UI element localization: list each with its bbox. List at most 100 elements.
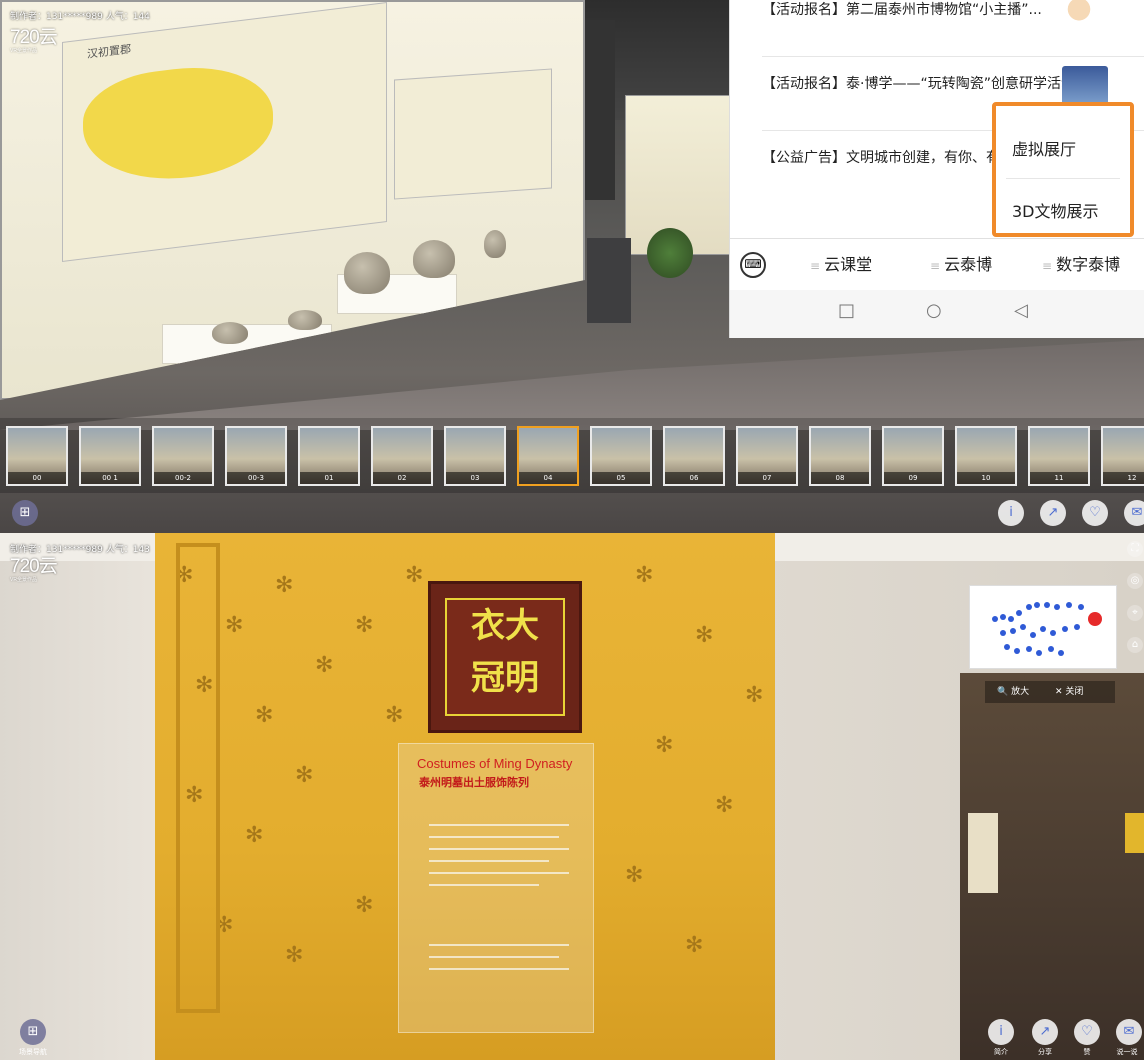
display-screen [1125, 813, 1144, 853]
divider [762, 56, 1144, 57]
menu-item-virtual-hall[interactable]: 虚拟展厅 [996, 120, 1130, 180]
map-hotspot-dot[interactable] [1034, 602, 1040, 608]
square-icon[interactable]: □ [838, 300, 855, 321]
map-hotspot-dot[interactable] [1062, 626, 1068, 632]
share-icon[interactable]: ↗ [1032, 1019, 1058, 1045]
map-hotspot-dot[interactable] [1026, 646, 1032, 652]
flower-motif: ✻ [405, 563, 424, 588]
zoom-button[interactable]: 🔍 放大 [997, 681, 1029, 703]
like-icon[interactable]: ♡ [1082, 500, 1108, 526]
news-item[interactable]: 【活动报名】泰·博学——“玩转陶瓷”创意研学活动 [762, 74, 1106, 95]
title-sign: 衣大 冠明 [428, 581, 582, 733]
logo-720: 720云 VR全景作品 [10, 27, 58, 54]
scene-thumbnail[interactable]: 00-3 [225, 426, 287, 486]
tab-cloud-taibo[interactable]: ≡ 云泰博 [930, 239, 992, 291]
flower-motif: ✻ [685, 933, 704, 958]
map-hotspot-dot[interactable] [1004, 644, 1010, 650]
scene-thumbnail[interactable]: 00 1 [79, 426, 141, 486]
map-hotspot-dot[interactable] [1000, 614, 1006, 620]
news-thumbnail [1056, 0, 1102, 38]
scene-thumbnail[interactable]: 12 [1101, 426, 1144, 486]
scene-thumbnail[interactable]: 10 [955, 426, 1017, 486]
map-region [83, 57, 273, 191]
scene-thumbnail[interactable]: 05 [590, 426, 652, 486]
keyboard-icon[interactable]: ⌨ [740, 252, 766, 278]
map-hotspot-dot[interactable] [1030, 632, 1036, 638]
scene-nav-icon[interactable]: ⊞ [12, 500, 38, 526]
map-hotspot-dot[interactable] [1016, 610, 1022, 616]
flower-motif: ✻ [625, 863, 644, 888]
flower-motif: ✻ [745, 683, 764, 708]
scene-thumbnail[interactable]: 06 [663, 426, 725, 486]
floor-minimap[interactable] [969, 585, 1117, 669]
map-hotspot-dot[interactable] [1036, 650, 1042, 656]
map-hotspot-dot[interactable] [1010, 628, 1016, 634]
plant [647, 228, 693, 278]
scene-thumbnail-label: 10 [957, 472, 1015, 484]
location-icon[interactable]: ⌖ [1127, 605, 1143, 621]
minimap-controls: 🔍 放大 ✕ 关闭 [985, 681, 1115, 703]
bottom-panorama-view[interactable]: ✻ ✻ ✻ ✻ ✻ ✻ ✻ ✻ ✻ ✻ ✻ ✻ ✻ ✻ ✻ ✻ ✻ ✻ ✻ ✻ ✻ ✻ 衣大 冠明 Costumes of… [0, 533, 1144, 1060]
comment-icon[interactable]: ✉ [1116, 1019, 1142, 1045]
map-hotspot-dot[interactable] [1020, 624, 1026, 630]
map-hotspot-dot[interactable] [1014, 648, 1020, 654]
menu-lines-icon: ≡ [810, 259, 821, 273]
map-hotspot-dot[interactable] [1026, 604, 1032, 610]
plaque-title: Costumes of Ming Dynasty [417, 756, 573, 771]
text-line [429, 944, 569, 946]
map-hotspot-dot[interactable] [1000, 630, 1006, 636]
house-icon[interactable]: ⌂ [1127, 637, 1143, 653]
map-hotspot-dot[interactable] [1078, 604, 1084, 610]
close-map-button[interactable]: ✕ 关闭 [1055, 681, 1083, 703]
scene-thumbnail[interactable]: 07 [736, 426, 798, 486]
scene-thumbnail[interactable]: 00-2 [152, 426, 214, 486]
map-hotspot-dot[interactable] [1074, 624, 1080, 630]
scene-thumbnail[interactable]: 02 [371, 426, 433, 486]
map-hotspot-dot[interactable] [992, 616, 998, 622]
map-hotspot-dot[interactable] [1054, 604, 1060, 610]
map-hotspot-dot[interactable] [1066, 602, 1072, 608]
news-item[interactable]: 【活动报名】第二届泰州市博物馆“小主播”... [762, 0, 1106, 21]
flower-motif: ✻ [255, 703, 274, 728]
scene-thumbnail-label: 06 [665, 472, 723, 484]
text-line [429, 836, 559, 838]
comment-icon[interactable]: ✉ [1124, 500, 1144, 526]
tab-cloud-class[interactable]: ≡ 云课堂 [810, 239, 872, 291]
info-icon[interactable]: i [998, 500, 1024, 526]
text-line [429, 872, 569, 874]
scene-thumbnail[interactable]: 03 [444, 426, 506, 486]
flower-motif: ✻ [275, 573, 294, 598]
tab-digital-taibo[interactable]: ≡ 数字泰博 [1042, 239, 1120, 291]
map-hotspot-dot[interactable] [1050, 630, 1056, 636]
scene-thumbnail[interactable]: 11 [1028, 426, 1090, 486]
text-line [429, 824, 569, 826]
back-triangle-icon[interactable]: ◁ [1014, 300, 1028, 321]
map-hotspot-dot[interactable] [1040, 626, 1046, 632]
flower-motif: ✻ [355, 893, 374, 918]
scene-thumbnail[interactable]: 01 [298, 426, 360, 486]
scene-nav-icon[interactable]: ⊞ [20, 1019, 46, 1045]
scene-thumbnail[interactable]: 00 [6, 426, 68, 486]
gyro-icon[interactable]: ◎ [1127, 573, 1143, 589]
intro-glass-plaque: Costumes of Ming Dynasty 泰州明墓出土服饰陈列 [398, 743, 594, 1033]
map-hotspot-dot[interactable] [1058, 650, 1064, 656]
fullscreen-icon[interactable]: ⛶ [1127, 541, 1143, 557]
author-info: 制作者：131*****989 人气：144 [10, 12, 150, 22]
map-hotspot-dot[interactable] [1008, 616, 1014, 622]
scene-thumbnail-label: 01 [300, 472, 358, 484]
scene-thumbnail-label: 00-2 [154, 472, 212, 484]
map-hotspot-dot[interactable] [1048, 646, 1054, 652]
scene-thumbnail[interactable]: 08 [809, 426, 871, 486]
info-icon[interactable]: i [988, 1019, 1014, 1045]
share-icon[interactable]: ↗ [1040, 500, 1066, 526]
scene-thumbnail[interactable]: 09 [882, 426, 944, 486]
pottery-bowl [212, 322, 248, 344]
scene-thumbnail[interactable]: 04 [517, 426, 579, 486]
submenu-popup: 虚拟展厅 3D文物展示 [992, 102, 1134, 237]
like-icon[interactable]: ♡ [1074, 1019, 1100, 1045]
map-hotspot-dot[interactable] [1044, 602, 1050, 608]
circle-icon[interactable]: ○ [926, 300, 942, 321]
menu-item-3d-relics[interactable]: 3D文物展示 [996, 182, 1130, 242]
pottery-jar [344, 252, 390, 294]
flower-motif: ✻ [245, 823, 264, 848]
